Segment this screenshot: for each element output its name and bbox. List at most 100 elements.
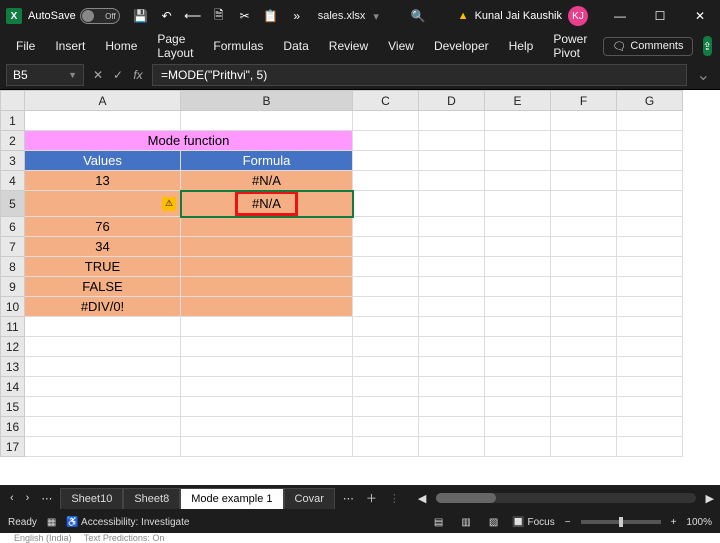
cell-D1[interactable] (419, 111, 485, 131)
cell-A15[interactable] (25, 397, 181, 417)
cell-E5[interactable] (485, 191, 551, 217)
cell-F11[interactable] (551, 317, 617, 337)
cell-D7[interactable] (419, 237, 485, 257)
tab-review[interactable]: Review (321, 35, 376, 57)
scroll-left-icon[interactable]: ◀ (418, 492, 426, 505)
cell-B8[interactable] (181, 257, 353, 277)
cell-F15[interactable] (551, 397, 617, 417)
col-header-E[interactable]: E (485, 91, 551, 111)
select-all-corner[interactable] (1, 91, 25, 111)
row-header-7[interactable]: 7 (1, 237, 25, 257)
row-header-15[interactable]: 15 (1, 397, 25, 417)
cell-E9[interactable] (485, 277, 551, 297)
cell-D8[interactable] (419, 257, 485, 277)
new-sheet-icon[interactable]: ＋ (362, 490, 381, 506)
cell-F4[interactable] (551, 171, 617, 191)
cell-C14[interactable] (353, 377, 419, 397)
view-normal-icon[interactable]: ▤ (430, 517, 447, 528)
cell-E1[interactable] (485, 111, 551, 131)
cell-E15[interactable] (485, 397, 551, 417)
cell-D2[interactable] (419, 131, 485, 151)
avatar[interactable]: KJ (568, 6, 588, 26)
cell-B4[interactable]: #N/A (181, 171, 353, 191)
zoom-slider[interactable] (581, 520, 661, 524)
cell-G5[interactable] (617, 191, 683, 217)
tab-formulas[interactable]: Formulas (205, 35, 271, 57)
cell-C16[interactable] (353, 417, 419, 437)
cell-G7[interactable] (617, 237, 683, 257)
cell-C4[interactable] (353, 171, 419, 191)
expand-formula-bar-icon[interactable]: ⌄ (693, 65, 714, 85)
tab-developer[interactable]: Developer (426, 35, 497, 57)
cell-F8[interactable] (551, 257, 617, 277)
cell-C7[interactable] (353, 237, 419, 257)
row-header-1[interactable]: 1 (1, 111, 25, 131)
cell-F10[interactable] (551, 297, 617, 317)
cell-C13[interactable] (353, 357, 419, 377)
cell-D6[interactable] (419, 217, 485, 237)
cell-E16[interactable] (485, 417, 551, 437)
cell-E6[interactable] (485, 217, 551, 237)
cell-A9[interactable]: FALSE (25, 277, 181, 297)
cell-A11[interactable] (25, 317, 181, 337)
cell-E14[interactable] (485, 377, 551, 397)
row-header-17[interactable]: 17 (1, 437, 25, 457)
cell-D5[interactable] (419, 191, 485, 217)
cell-C2[interactable] (353, 131, 419, 151)
cell-G12[interactable] (617, 337, 683, 357)
cell-E7[interactable] (485, 237, 551, 257)
quick-icon-1[interactable]: 🗎 (210, 7, 228, 25)
maximize-button[interactable]: ☐ (640, 0, 680, 32)
cell-D17[interactable] (419, 437, 485, 457)
cell-C9[interactable] (353, 277, 419, 297)
cell-G3[interactable] (617, 151, 683, 171)
row-header-13[interactable]: 13 (1, 357, 25, 377)
sheet-prev-icon[interactable]: ‹ (6, 492, 18, 504)
cell-G15[interactable] (617, 397, 683, 417)
scroll-right-icon[interactable]: ▶ (706, 492, 714, 505)
comments-button[interactable]: 🗨 Comments (603, 37, 692, 56)
row-header-11[interactable]: 11 (1, 317, 25, 337)
cell-E11[interactable] (485, 317, 551, 337)
cell-A10[interactable]: #DIV/0! (25, 297, 181, 317)
cell-A6[interactable]: 76 (25, 217, 181, 237)
cell-B7[interactable] (181, 237, 353, 257)
cell-C11[interactable] (353, 317, 419, 337)
cell-F13[interactable] (551, 357, 617, 377)
cell-C6[interactable] (353, 217, 419, 237)
cell-A3[interactable]: Values (25, 151, 181, 171)
cell-B9[interactable] (181, 277, 353, 297)
name-box[interactable]: B5▼ (6, 64, 84, 86)
cell-C15[interactable] (353, 397, 419, 417)
cell-D15[interactable] (419, 397, 485, 417)
status-grid-icon[interactable]: ▦ (47, 517, 56, 528)
cell-G8[interactable] (617, 257, 683, 277)
cell-A13[interactable] (25, 357, 181, 377)
row-header-4[interactable]: 4 (1, 171, 25, 191)
sheet-tab-covar[interactable]: Covar (284, 488, 335, 509)
user-name[interactable]: Kunal Jai Kaushik (475, 10, 562, 22)
cell-D14[interactable] (419, 377, 485, 397)
row-header-5[interactable]: 5 (1, 191, 25, 217)
cell-F2[interactable] (551, 131, 617, 151)
horizontal-scrollbar[interactable] (436, 493, 695, 503)
close-button[interactable]: ✕ (680, 0, 720, 32)
cell-E4[interactable] (485, 171, 551, 191)
row-header-14[interactable]: 14 (1, 377, 25, 397)
cell-B1[interactable] (181, 111, 353, 131)
enter-formula-icon[interactable]: ✓ (110, 68, 126, 82)
tab-view[interactable]: View (380, 35, 422, 57)
cell-D13[interactable] (419, 357, 485, 377)
cell-B12[interactable] (181, 337, 353, 357)
focus-mode[interactable]: 🔲 Focus (512, 517, 554, 528)
cell-F6[interactable] (551, 217, 617, 237)
cell-B6[interactable] (181, 217, 353, 237)
cell-F5[interactable] (551, 191, 617, 217)
cell-C10[interactable] (353, 297, 419, 317)
chevron-down-icon[interactable]: ▼ (68, 70, 77, 80)
cell-G11[interactable] (617, 317, 683, 337)
cell-A12[interactable] (25, 337, 181, 357)
cell-F16[interactable] (551, 417, 617, 437)
cell-B16[interactable] (181, 417, 353, 437)
cell-D10[interactable] (419, 297, 485, 317)
